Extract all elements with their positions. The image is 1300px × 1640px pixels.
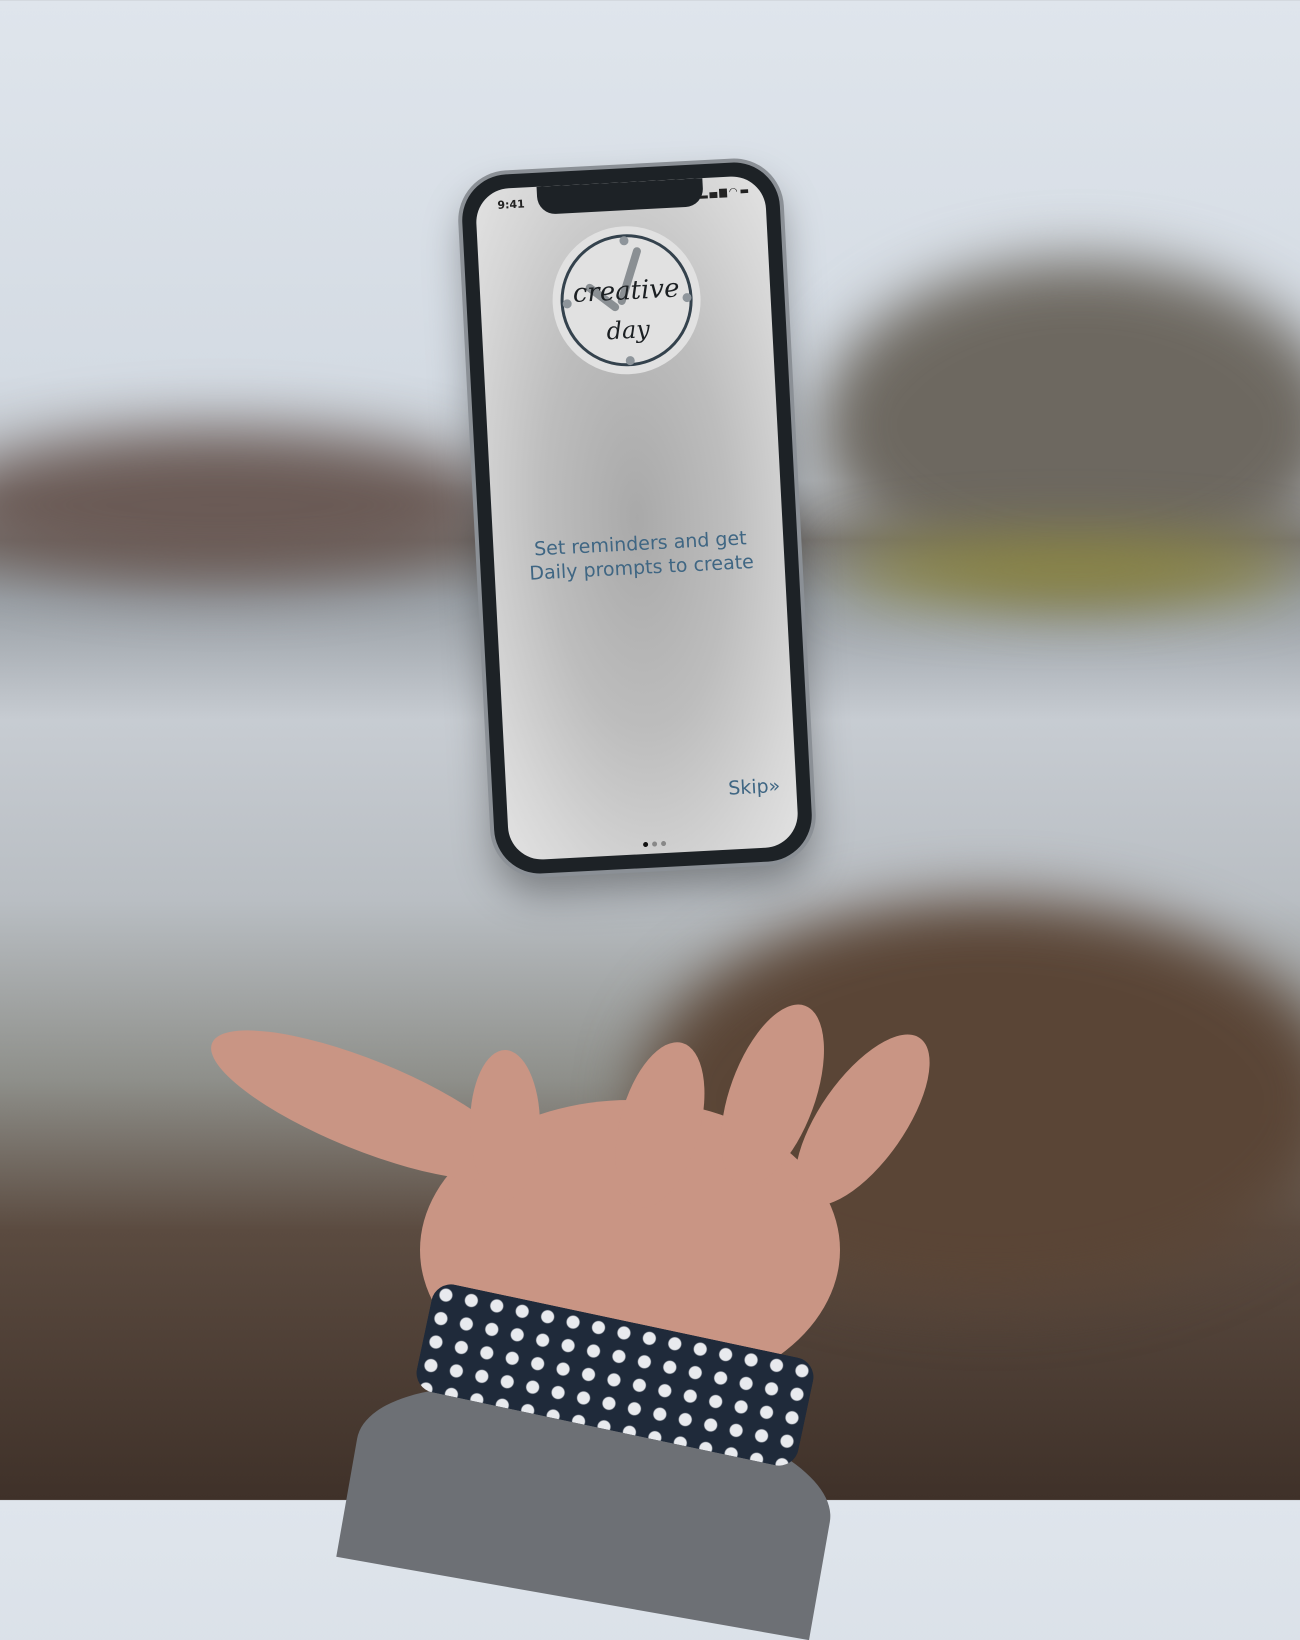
blurred-grass (840, 540, 1300, 600)
skip-button[interactable]: Skip» (728, 775, 781, 800)
wifi-icon: ◠ (728, 186, 740, 198)
page-dot[interactable] (660, 840, 666, 847)
page-indicator[interactable] (509, 824, 800, 858)
page-dot[interactable] (651, 841, 657, 847)
page-dot-active[interactable] (642, 841, 648, 848)
phone-mockup: 9:41 ▂▄▆◠▬ creative day Set reminders an… (459, 160, 815, 876)
notch (536, 178, 704, 215)
blurred-shoreline (0, 430, 500, 580)
creative-day-logo: creative day (548, 222, 705, 379)
double-chevron-right-icon: » (768, 774, 781, 798)
app-screen: 9:41 ▂▄▆◠▬ creative day Set reminders an… (474, 174, 800, 862)
status-time: 9:41 (497, 197, 526, 212)
hand-finger (470, 1050, 540, 1200)
signal-icon: ▂▄▆ (699, 186, 730, 200)
skip-label: Skip (727, 775, 770, 800)
battery-icon: ▬ (739, 185, 752, 198)
onboarding-message: Set reminders and get Daily prompts to c… (528, 527, 755, 585)
status-icons: ▂▄▆◠▬ (700, 186, 752, 200)
